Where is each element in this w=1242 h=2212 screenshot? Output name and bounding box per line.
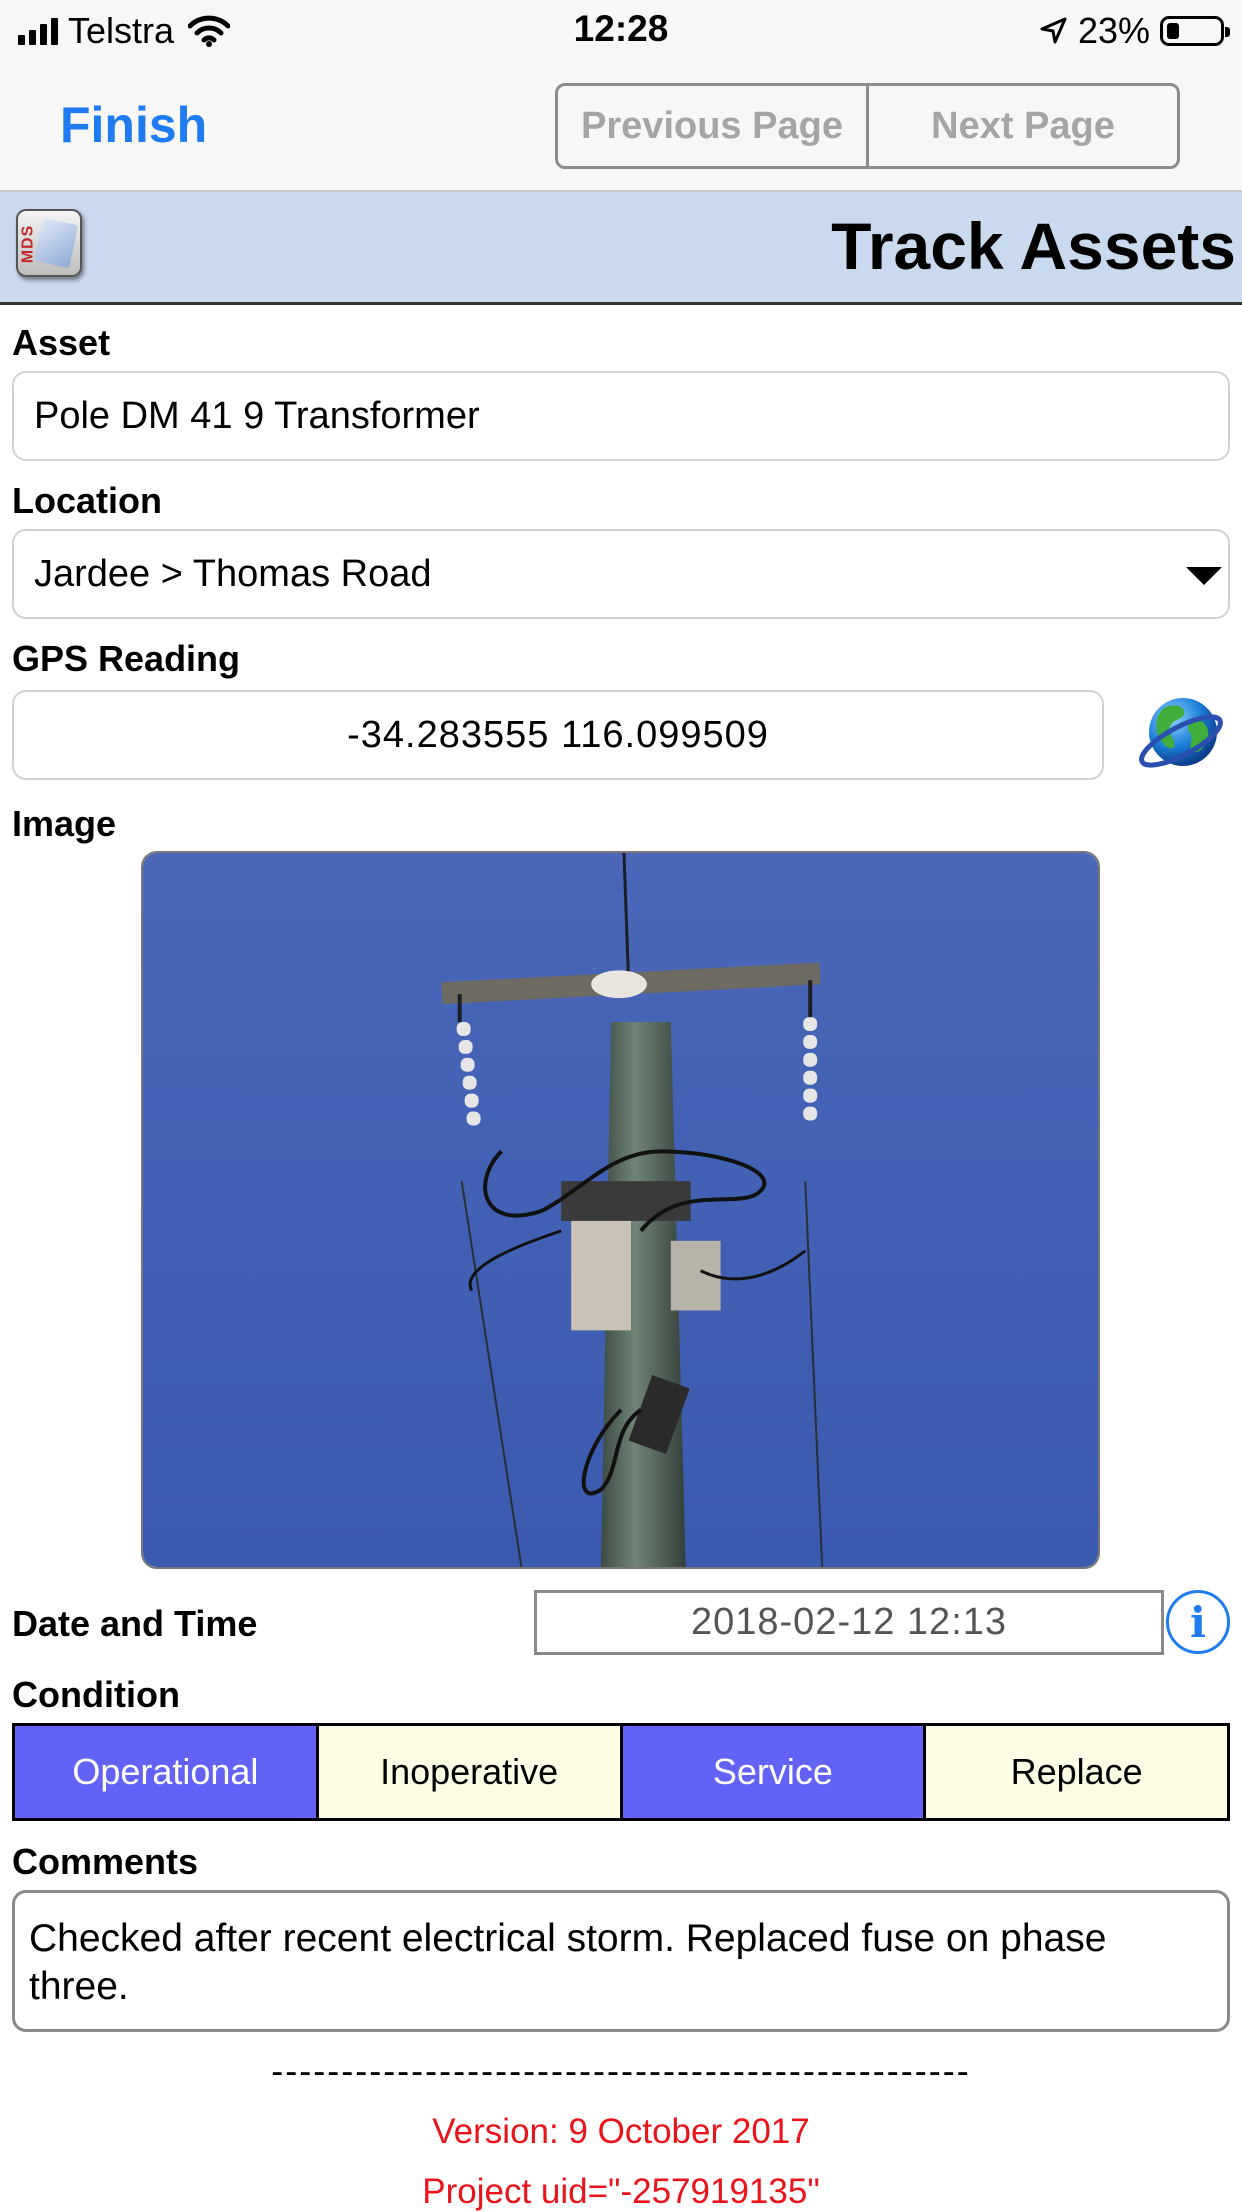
location-dropdown[interactable]: Jardee > Thomas Road [12,529,1230,619]
form-header: MDS Track Assets [0,192,1242,305]
asset-value: Pole DM 41 9 Transformer [34,394,480,437]
page-navigation-segment: Previous Page Next Page [555,83,1180,169]
datetime-field[interactable]: 2018-02-12 12:13 [534,1590,1164,1655]
battery-percent: 23% [1077,10,1150,51]
mds-app-logo[interactable]: MDS [16,209,82,277]
info-icon[interactable]: i [1166,1590,1230,1654]
condition-inoperative-button[interactable]: Inoperative [315,1726,620,1818]
asset-photo[interactable] [141,851,1100,1569]
location-label: Location [12,480,162,521]
previous-page-button[interactable]: Previous Page [558,86,866,166]
navigation-bar: Finish Previous Page Next Page [0,62,1242,192]
gps-value: -34.283555 116.099509 [347,713,769,756]
gps-field[interactable]: -34.283555 116.099509 [12,690,1104,780]
battery-icon [1160,16,1230,46]
globe-icon[interactable] [1136,689,1226,779]
datetime-value: 2018-02-12 12:13 [690,1601,1008,1643]
condition-service-button[interactable]: Service [619,1726,924,1818]
image-label: Image [12,803,117,844]
dropdown-arrow-icon [1186,567,1222,585]
condition-label: Condition [12,1674,180,1715]
status-bar: Telstra 12:28 23% [0,0,1242,62]
comments-label: Comments [12,1841,199,1882]
footer-divider: ----------------------------------------… [271,2050,971,2091]
status-right: 23% [1038,10,1230,52]
next-page-button[interactable]: Next Page [866,86,1177,166]
comments-textarea[interactable]: Checked after recent electrical storm. R… [12,1890,1230,2032]
form-title: Track Assets [831,209,1236,283]
location-value: Jardee > Thomas Road [34,552,432,595]
condition-replace-button[interactable]: Replace [923,1726,1227,1818]
datetime-label: Date and Time [12,1603,258,1644]
version-text: Version: 9 October 2017 [432,2112,810,2151]
project-uid-text: Project uid="-257919135" [422,2172,820,2211]
finish-button[interactable]: Finish [60,96,207,154]
gps-label: GPS Reading [12,638,241,679]
asset-label: Asset [12,322,111,363]
asset-field[interactable]: Pole DM 41 9 Transformer [12,371,1230,461]
condition-segment: Operational Inoperative Service Replace [12,1723,1230,1821]
condition-operational-button[interactable]: Operational [15,1726,316,1818]
location-arrow-icon [1040,17,1067,44]
